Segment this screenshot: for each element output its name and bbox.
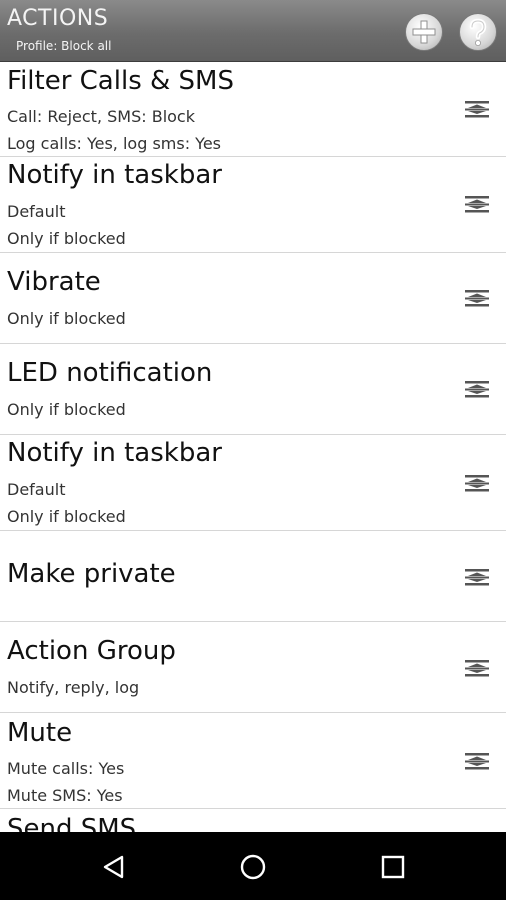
action-row-filter-calls-sms[interactable]: Filter Calls & SMS Call: Reject, SMS: Bl…	[0, 62, 506, 157]
action-row-make-private[interactable]: Make private	[0, 531, 506, 622]
action-row-mute[interactable]: Mute Mute calls: Yes Mute SMS: Yes	[0, 713, 506, 809]
add-action-button[interactable]	[405, 13, 443, 51]
drag-handle-icon[interactable]	[464, 473, 490, 493]
action-detail: Default	[7, 202, 66, 221]
action-row-notify-in-taskbar[interactable]: Notify in taskbar Default Only if blocke…	[0, 157, 506, 253]
drag-handle-icon[interactable]	[464, 194, 490, 214]
action-bar: ACTIONS Profile: Block all	[0, 0, 506, 62]
action-detail: Notify, reply, log	[7, 678, 140, 697]
action-row-vibrate[interactable]: Vibrate Only if blocked	[0, 253, 506, 344]
drag-handle-icon[interactable]	[464, 658, 490, 678]
action-detail: Only if blocked	[7, 229, 126, 248]
action-row-led-notification[interactable]: LED notification Only if blocked	[0, 344, 506, 435]
action-title: Mute	[7, 718, 73, 748]
plus-icon	[412, 20, 436, 44]
action-row-action-group[interactable]: Action Group Notify, reply, log	[0, 622, 506, 713]
home-circle-icon[interactable]	[238, 852, 268, 882]
action-title: Action Group	[7, 636, 176, 666]
action-detail: Mute SMS: Yes	[7, 786, 123, 805]
question-icon	[469, 18, 487, 46]
back-triangle-icon[interactable]	[99, 852, 129, 882]
recent-apps-square-icon[interactable]	[378, 852, 408, 882]
drag-handle-icon[interactable]	[464, 288, 490, 308]
action-title: Make private	[7, 559, 176, 589]
action-detail: Only if blocked	[7, 309, 126, 328]
action-title: Filter Calls & SMS	[7, 66, 234, 96]
action-title: Send SMS	[7, 814, 137, 832]
action-title: Vibrate	[7, 267, 101, 297]
help-button[interactable]	[459, 13, 497, 51]
drag-handle-icon[interactable]	[464, 99, 490, 119]
action-detail: Mute calls: Yes	[7, 759, 125, 778]
action-detail: Log calls: Yes, log sms: Yes	[7, 134, 222, 153]
actions-list[interactable]: Filter Calls & SMS Call: Reject, SMS: Bl…	[0, 62, 506, 832]
action-row-send-sms[interactable]: Send SMS	[0, 809, 506, 832]
drag-handle-icon[interactable]	[464, 751, 490, 771]
action-row-notify-in-taskbar[interactable]: Notify in taskbar Default Only if blocke…	[0, 435, 506, 531]
action-title: LED notification	[7, 358, 213, 388]
system-navigation-bar	[0, 832, 506, 900]
action-detail: Only if blocked	[7, 507, 126, 526]
page-title: ACTIONS	[7, 6, 109, 31]
drag-handle-icon[interactable]	[464, 567, 490, 587]
action-title: Notify in taskbar	[7, 438, 222, 468]
action-detail: Default	[7, 480, 66, 499]
drag-handle-icon[interactable]	[464, 379, 490, 399]
action-detail: Only if blocked	[7, 400, 126, 419]
profile-subtitle: Profile: Block all	[16, 39, 112, 53]
action-detail: Call: Reject, SMS: Block	[7, 107, 195, 126]
action-title: Notify in taskbar	[7, 160, 222, 190]
